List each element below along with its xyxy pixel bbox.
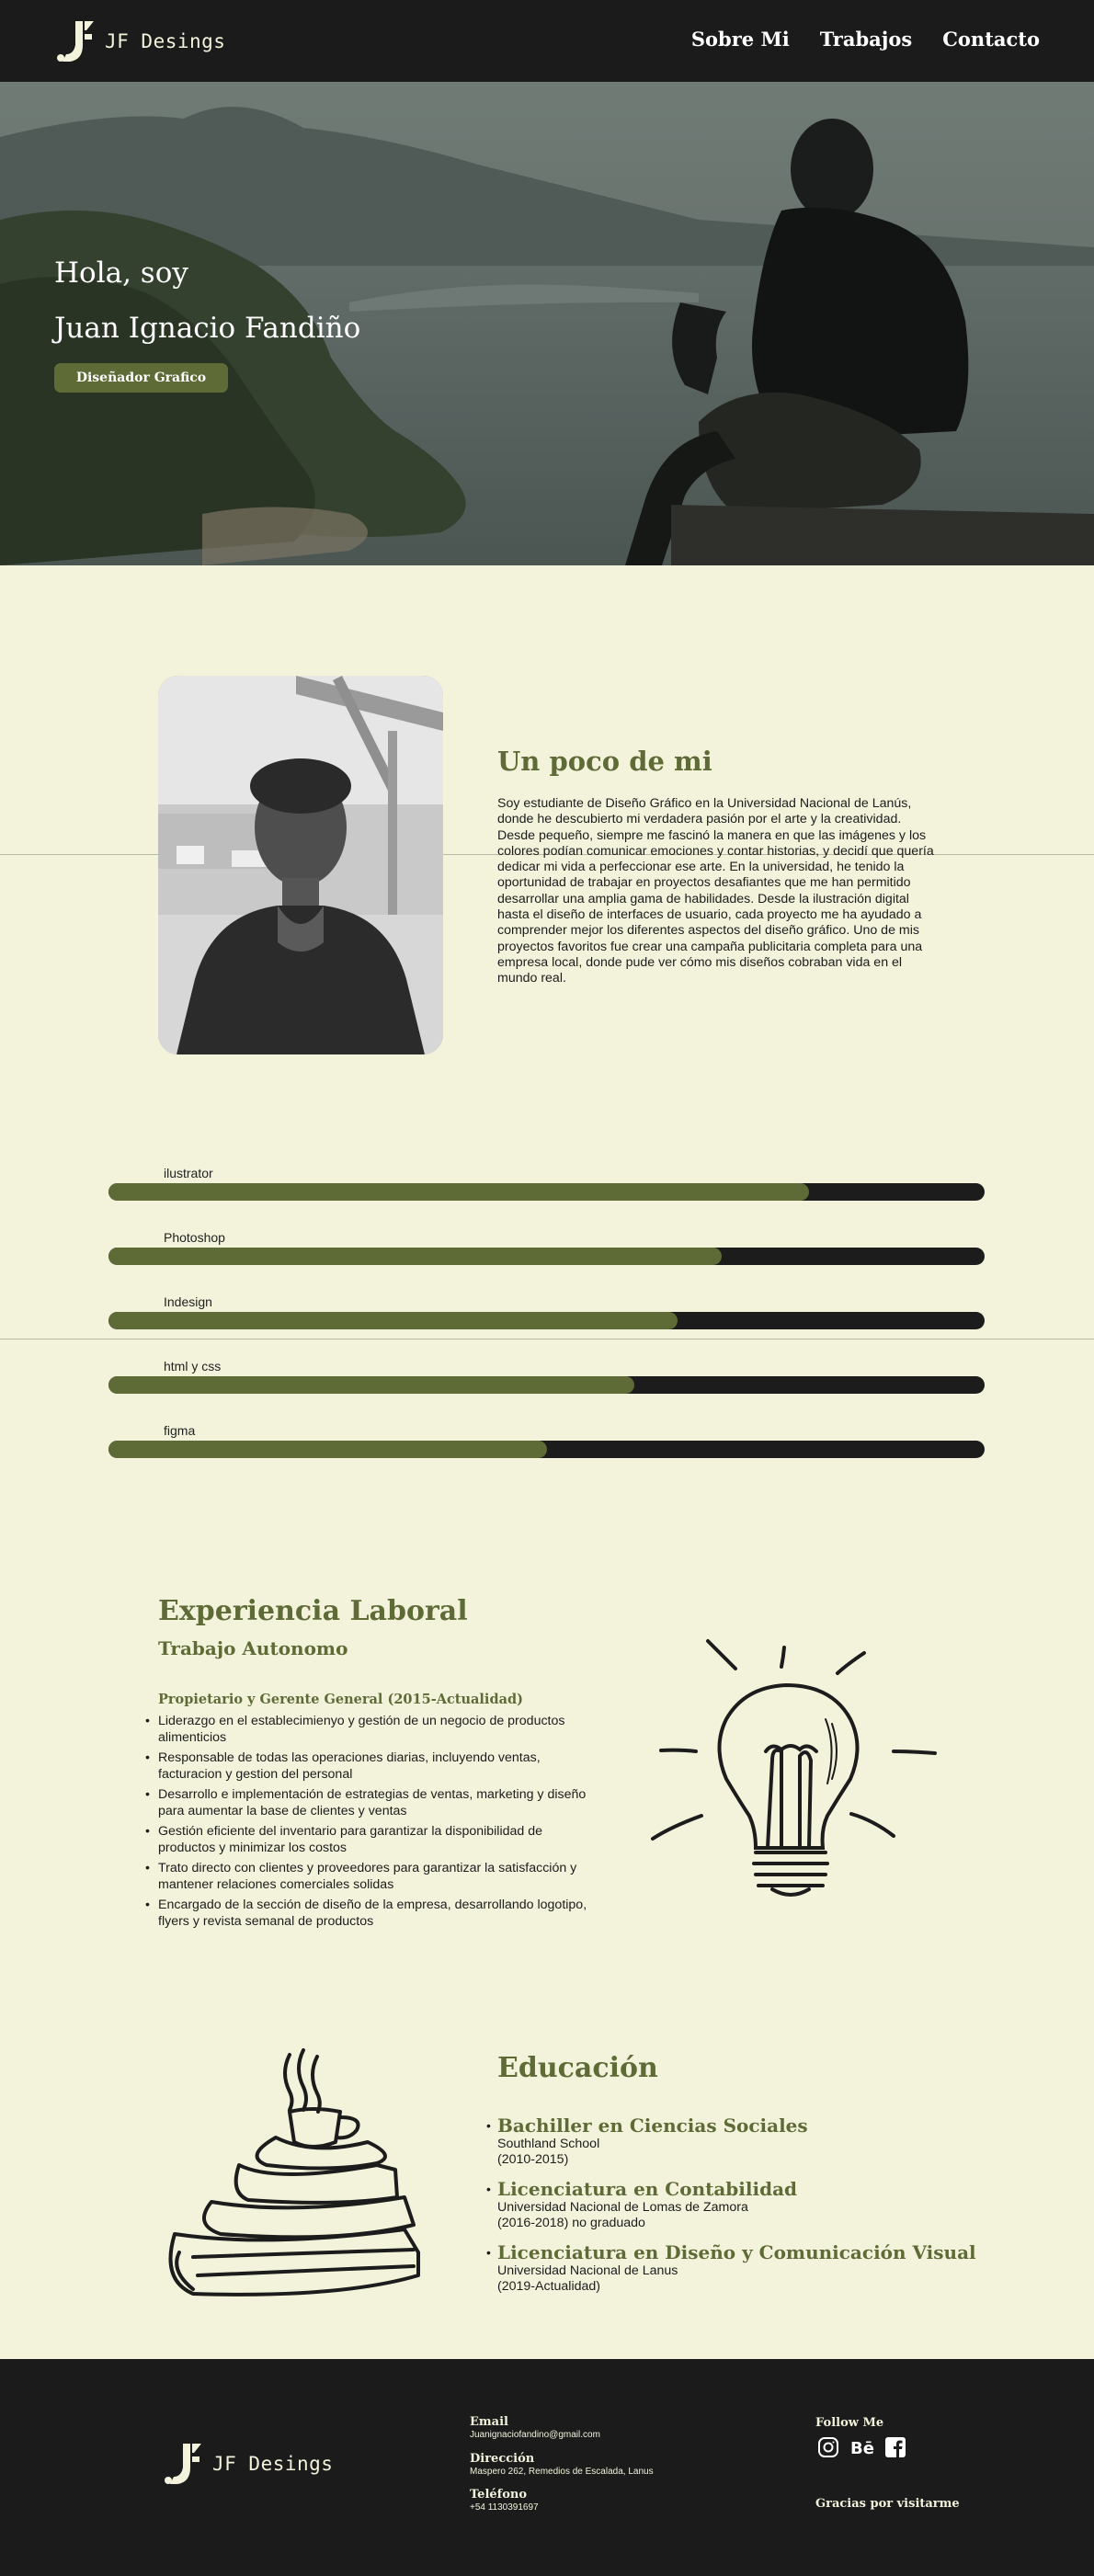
footer-logo[interactable]: JF Desings	[161, 2440, 333, 2488]
skill-label: Photoshop	[164, 1230, 225, 1245]
skill-bar-fill	[108, 1248, 723, 1265]
about-text: Soy estudiante de Diseño Gráfico en la U…	[497, 796, 934, 986]
behance-icon[interactable]: Bē	[850, 2436, 874, 2458]
logo-mark-icon	[165, 2444, 201, 2484]
education-item: Licenciatura en Diseño y Comunicación Vi…	[486, 2241, 976, 2295]
experience-item: Desarrollo e implementación de estrategi…	[145, 1787, 590, 1819]
skill-label: figma	[164, 1423, 196, 1438]
footer-address: Dirección Maspero 262, Remedios de Escal…	[470, 2452, 654, 2477]
phone-value: +54 1130391697	[470, 2502, 539, 2513]
footer: JF Desings Email Juanignaciofandino@gmai…	[0, 2359, 1094, 2576]
education-years: (2019-Actualidad)	[497, 2279, 600, 2294]
thanks-text: Gracias por visitarme	[815, 2497, 960, 2511]
instagram-icon[interactable]	[817, 2436, 839, 2458]
experience-item: Liderazgo en el establecimienyo y gestió…	[145, 1714, 590, 1746]
education-title: Educación	[497, 2052, 658, 2084]
skill-bar-fill	[108, 1312, 678, 1329]
education-years: (2010-2015)	[497, 2152, 569, 2167]
email-link[interactable]: Juanignaciofandino@gmail.com	[470, 2430, 600, 2440]
phone-label: Teléfono	[470, 2488, 528, 2502]
skill-bar-fill	[108, 1376, 634, 1394]
experience-subtitle: Trabajo Autonomo	[158, 1637, 348, 1659]
skill-bar-fill	[108, 1441, 547, 1458]
education-degree: Licenciatura en Contabilidad	[497, 2178, 798, 2200]
profile-photo	[158, 676, 443, 1054]
experience-item: Responsable de todas las operaciones dia…	[145, 1750, 590, 1783]
nav-link-contacto[interactable]: Contacto	[942, 28, 1040, 51]
top-nav: JF Desings Sobre Mi Trabajos Contacto	[0, 0, 1094, 82]
education-degree: Licenciatura en Diseño y Comunicación Vi…	[497, 2241, 976, 2263]
experience-title: Experiencia Laboral	[158, 1595, 468, 1627]
hero-name: Juan Ignacio Fandiño	[54, 312, 361, 345]
education-school: Universidad Nacional de Lomas de Zamora	[497, 2200, 748, 2215]
facebook-icon[interactable]	[884, 2436, 906, 2458]
footer-email: Email Juanignaciofandino@gmail.com	[470, 2415, 600, 2440]
skill-bar-fill	[108, 1183, 810, 1201]
skill-label: Indesign	[164, 1294, 212, 1309]
experience-role: Propietario y Gerente General (2015-Actu…	[158, 1692, 523, 1707]
experience-item: Trato directo con clientes y proveedores…	[145, 1861, 590, 1893]
nav-link-sobre-mi[interactable]: Sobre Mi	[691, 28, 790, 51]
education-school: Southland School	[497, 2137, 600, 2151]
experience-list: Liderazgo en el establecimienyo y gestió…	[145, 1714, 590, 1934]
nav-link-trabajos[interactable]: Trabajos	[820, 28, 913, 51]
experience-item: Gestión eficiente del inventario para ga…	[145, 1824, 590, 1856]
education-degree: Bachiller en Ciencias Sociales	[497, 2114, 808, 2137]
education-item: Licenciatura en Contabilidad Universidad…	[486, 2178, 976, 2231]
skill-label: ilustrator	[164, 1166, 213, 1180]
follow-label: Follow Me	[815, 2416, 884, 2430]
skill-bar	[108, 1312, 985, 1329]
svg-text:Bē: Bē	[850, 2439, 874, 2458]
logo-mark-icon	[57, 21, 94, 62]
nav-links: Sobre Mi Trabajos Contacto	[661, 28, 1040, 51]
address-value: Maspero 262, Remedios de Escalada, Lanus	[470, 2467, 654, 2477]
education-item: Bachiller en Ciencias Sociales Southland…	[486, 2114, 976, 2168]
hero-section: Hola, soy Juan Ignacio Fandiño Diseñador…	[0, 82, 1094, 565]
skill-bar	[108, 1376, 985, 1394]
skill-bar	[108, 1183, 985, 1201]
skill-bar	[108, 1248, 985, 1265]
skill-label: html y css	[164, 1359, 222, 1373]
lightbulb-illustration	[651, 1639, 937, 1897]
experience-item: Encargado de la sección de diseño de la …	[145, 1898, 590, 1930]
hero-greeting: Hola, soy	[54, 256, 188, 290]
education-school: Universidad Nacional de Lanus	[497, 2263, 678, 2278]
education-years: (2016-2018) no graduado	[497, 2216, 645, 2230]
about-title: Un poco de mi	[497, 746, 712, 777]
education-list: Bachiller en Ciencias Sociales Southland…	[486, 2114, 976, 2305]
email-label: Email	[470, 2415, 508, 2429]
footer-phone: Teléfono +54 1130391697	[470, 2488, 539, 2513]
books-coffee-illustration	[168, 2048, 420, 2297]
logo-text: JF Desings	[105, 30, 226, 52]
skill-bar	[108, 1441, 985, 1458]
header-logo[interactable]: JF Desings	[53, 17, 225, 65]
logo-text: JF Desings	[212, 2453, 334, 2475]
role-button[interactable]: Diseñador Grafico	[54, 363, 228, 393]
address-label: Dirección	[470, 2452, 535, 2466]
